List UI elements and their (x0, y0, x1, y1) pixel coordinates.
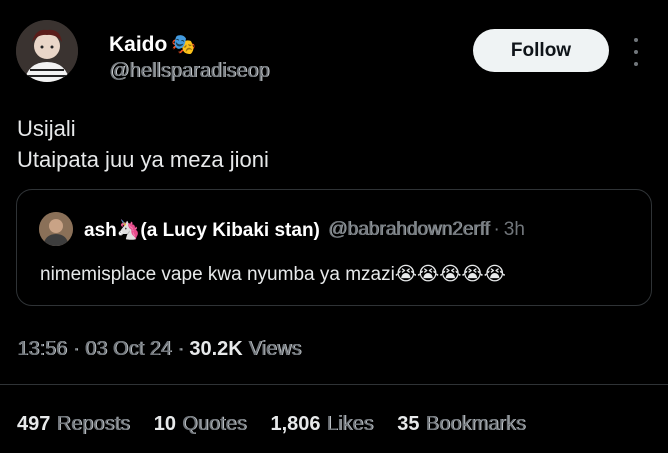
likes-count: 1,806 (270, 413, 321, 435)
more-options-icon[interactable] (628, 38, 644, 66)
tweet-text: Usijali Utaipata juu ya meza jioni (17, 113, 269, 175)
quoted-display-name[interactable]: ash🦄(a Lucy Kibaki stan) (84, 218, 320, 242)
theater-masks-icon: 🎭 (171, 34, 197, 56)
quoted-avatar-image (39, 212, 73, 246)
tweet-time[interactable]: 13:56 (17, 338, 67, 360)
quoted-tweet-text: nimemisplace vape kwa nyumba ya mzazi😭😭😭… (40, 264, 506, 285)
reposts-count: 497 (17, 413, 51, 435)
tweet-line-1: Usijali (17, 116, 76, 141)
more-dot (634, 38, 638, 42)
author-avatar[interactable] (16, 20, 78, 82)
divider (0, 384, 668, 385)
views-count: 30.2K (189, 338, 243, 360)
reposts-label: Reposts (56, 413, 130, 435)
quoted-timestamp[interactable]: 3h (504, 219, 525, 241)
tweet-line-2: Utaipata juu ya meza jioni (17, 147, 269, 172)
quotes-count: 10 (153, 413, 176, 435)
separator-dot: · (72, 338, 80, 360)
quotes-stat[interactable]: 10 Quotes (154, 413, 247, 436)
author-handle[interactable]: @hellsparadiseop (109, 60, 269, 83)
likes-label: Likes (326, 413, 374, 435)
quoted-tweet-card[interactable]: ash🦄(a Lucy Kibaki stan) @babrahdown2erf… (16, 189, 652, 306)
bookmarks-label: Bookmarks (425, 413, 526, 435)
author-display-name[interactable]: Kaido 🎭 (109, 32, 196, 57)
views-label: Views (248, 338, 302, 360)
follow-button[interactable]: Follow (473, 29, 609, 72)
quoted-handle[interactable]: @babrahdown2erff (328, 219, 490, 241)
quotes-label: Quotes (182, 413, 247, 435)
separator-dot: · (493, 219, 500, 240)
quoted-header: ash🦄(a Lucy Kibaki stan) @babrahdown2erf… (84, 218, 525, 242)
tweet-meta: 13:56 · 03 Oct 24 · 30.2K Views (17, 338, 301, 361)
likes-stat[interactable]: 1,806 Likes (270, 413, 373, 436)
display-name-text: Kaido (109, 32, 168, 56)
tweet-date[interactable]: 03 Oct 24 (85, 338, 172, 360)
avatar-image (16, 20, 78, 82)
more-dot (634, 62, 638, 66)
bookmarks-count: 35 (397, 413, 420, 435)
engagement-stats: 497 Reposts 10 Quotes 1,806 Likes 35 Bookmar… (17, 413, 526, 436)
quoted-author-avatar[interactable] (39, 212, 73, 246)
bookmarks-stat[interactable]: 35 Bookmarks (397, 413, 525, 436)
more-dot (634, 50, 638, 54)
reposts-stat[interactable]: 497 Reposts (17, 413, 130, 436)
separator-dot: · (177, 338, 184, 360)
